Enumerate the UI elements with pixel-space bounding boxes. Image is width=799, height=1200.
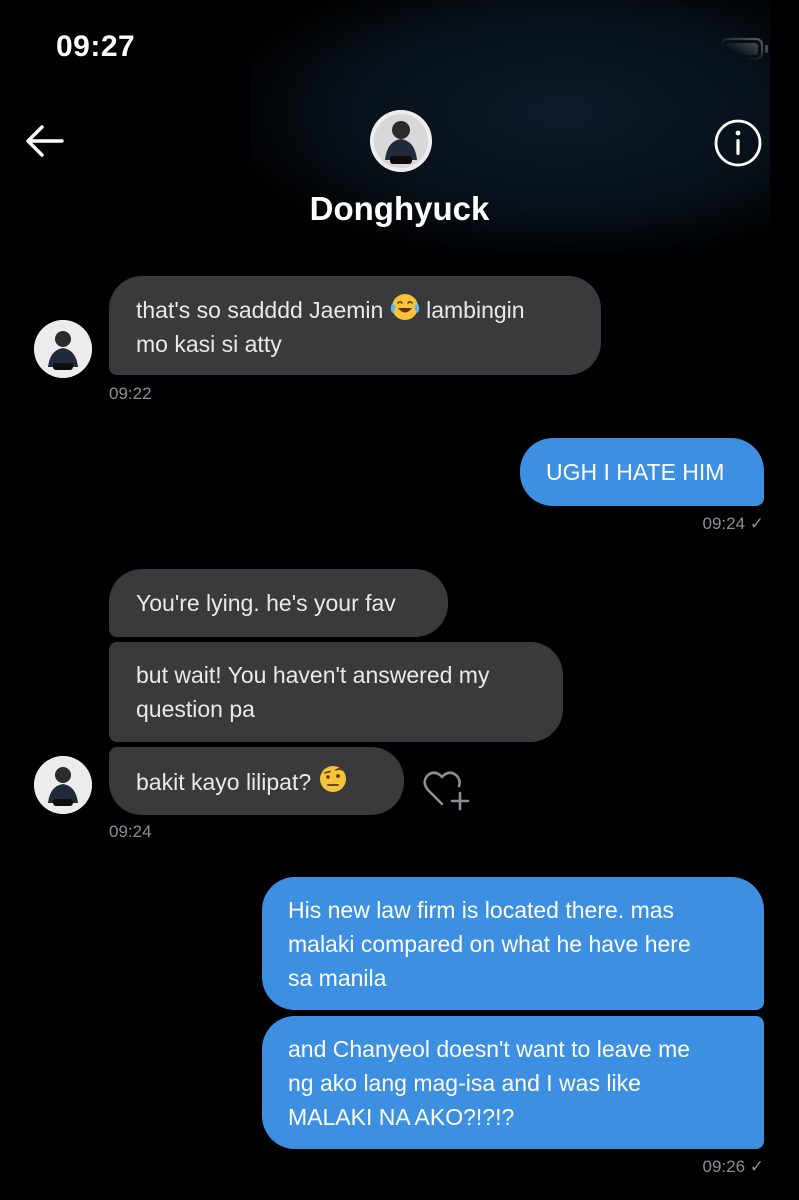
- message-text: bakit kayo lilipat?: [136, 769, 312, 795]
- face-with-raised-eyebrow-icon: [319, 766, 346, 792]
- sender-avatar[interactable]: [34, 320, 92, 378]
- face-with-tears-of-joy-icon: [390, 294, 420, 320]
- sender-avatar[interactable]: [34, 756, 92, 814]
- message-bubble-outgoing[interactable]: and Chanyeol doesn't want to leave me ng…: [262, 1016, 764, 1149]
- message-text: but wait! You haven't answered my: [136, 662, 490, 688]
- message-timestamp: 09:24: [109, 822, 152, 841]
- contact-name: Donghyuck: [309, 190, 490, 227]
- message-text: that's so sadddd Jaemin: [136, 297, 384, 323]
- message-text: malaki compared on what he have here: [288, 931, 691, 957]
- message-bubble-outgoing[interactable]: His new law firm is located there. mas m…: [262, 877, 764, 1010]
- message-timestamp: 09:24 ✓: [702, 514, 764, 533]
- contact-avatar[interactable]: [370, 110, 432, 172]
- message-timestamp: 09:26 ✓: [702, 1157, 764, 1176]
- arrow-left-icon[interactable]: [22, 118, 68, 164]
- message-text: sa manila: [288, 965, 387, 991]
- message-bubble-incoming[interactable]: that's so sadddd Jaemin lambingin mo kas…: [109, 276, 601, 375]
- message-bubble-incoming[interactable]: but wait! You haven't answered my questi…: [109, 642, 563, 742]
- message-text: His new law firm is located there. mas: [288, 897, 675, 923]
- message-bubble-incoming[interactable]: bakit kayo lilipat?: [109, 747, 404, 815]
- message-timestamp: 09:22: [109, 384, 152, 403]
- message-text: ng ako lang mag-isa and I was like: [288, 1070, 641, 1096]
- message-text: mo kasi si atty: [136, 331, 282, 357]
- message-bubble-outgoing[interactable]: UGH I HATE HIM: [520, 438, 764, 506]
- info-circle-icon[interactable]: [712, 117, 764, 169]
- message-text: and Chanyeol doesn't want to leave me: [288, 1036, 691, 1062]
- message-text: question pa: [136, 696, 255, 722]
- message-text: MALAKI NA AKO?!?!?: [288, 1104, 515, 1130]
- heart-plus-icon[interactable]: [420, 766, 472, 812]
- message-text: lambingin: [426, 297, 525, 323]
- message-bubble-incoming[interactable]: You're lying. he's your fav: [109, 569, 448, 637]
- message-text: UGH I HATE HIM: [546, 459, 725, 485]
- message-text: You're lying. he's your fav: [136, 590, 396, 616]
- status-time: 09:27: [56, 30, 136, 63]
